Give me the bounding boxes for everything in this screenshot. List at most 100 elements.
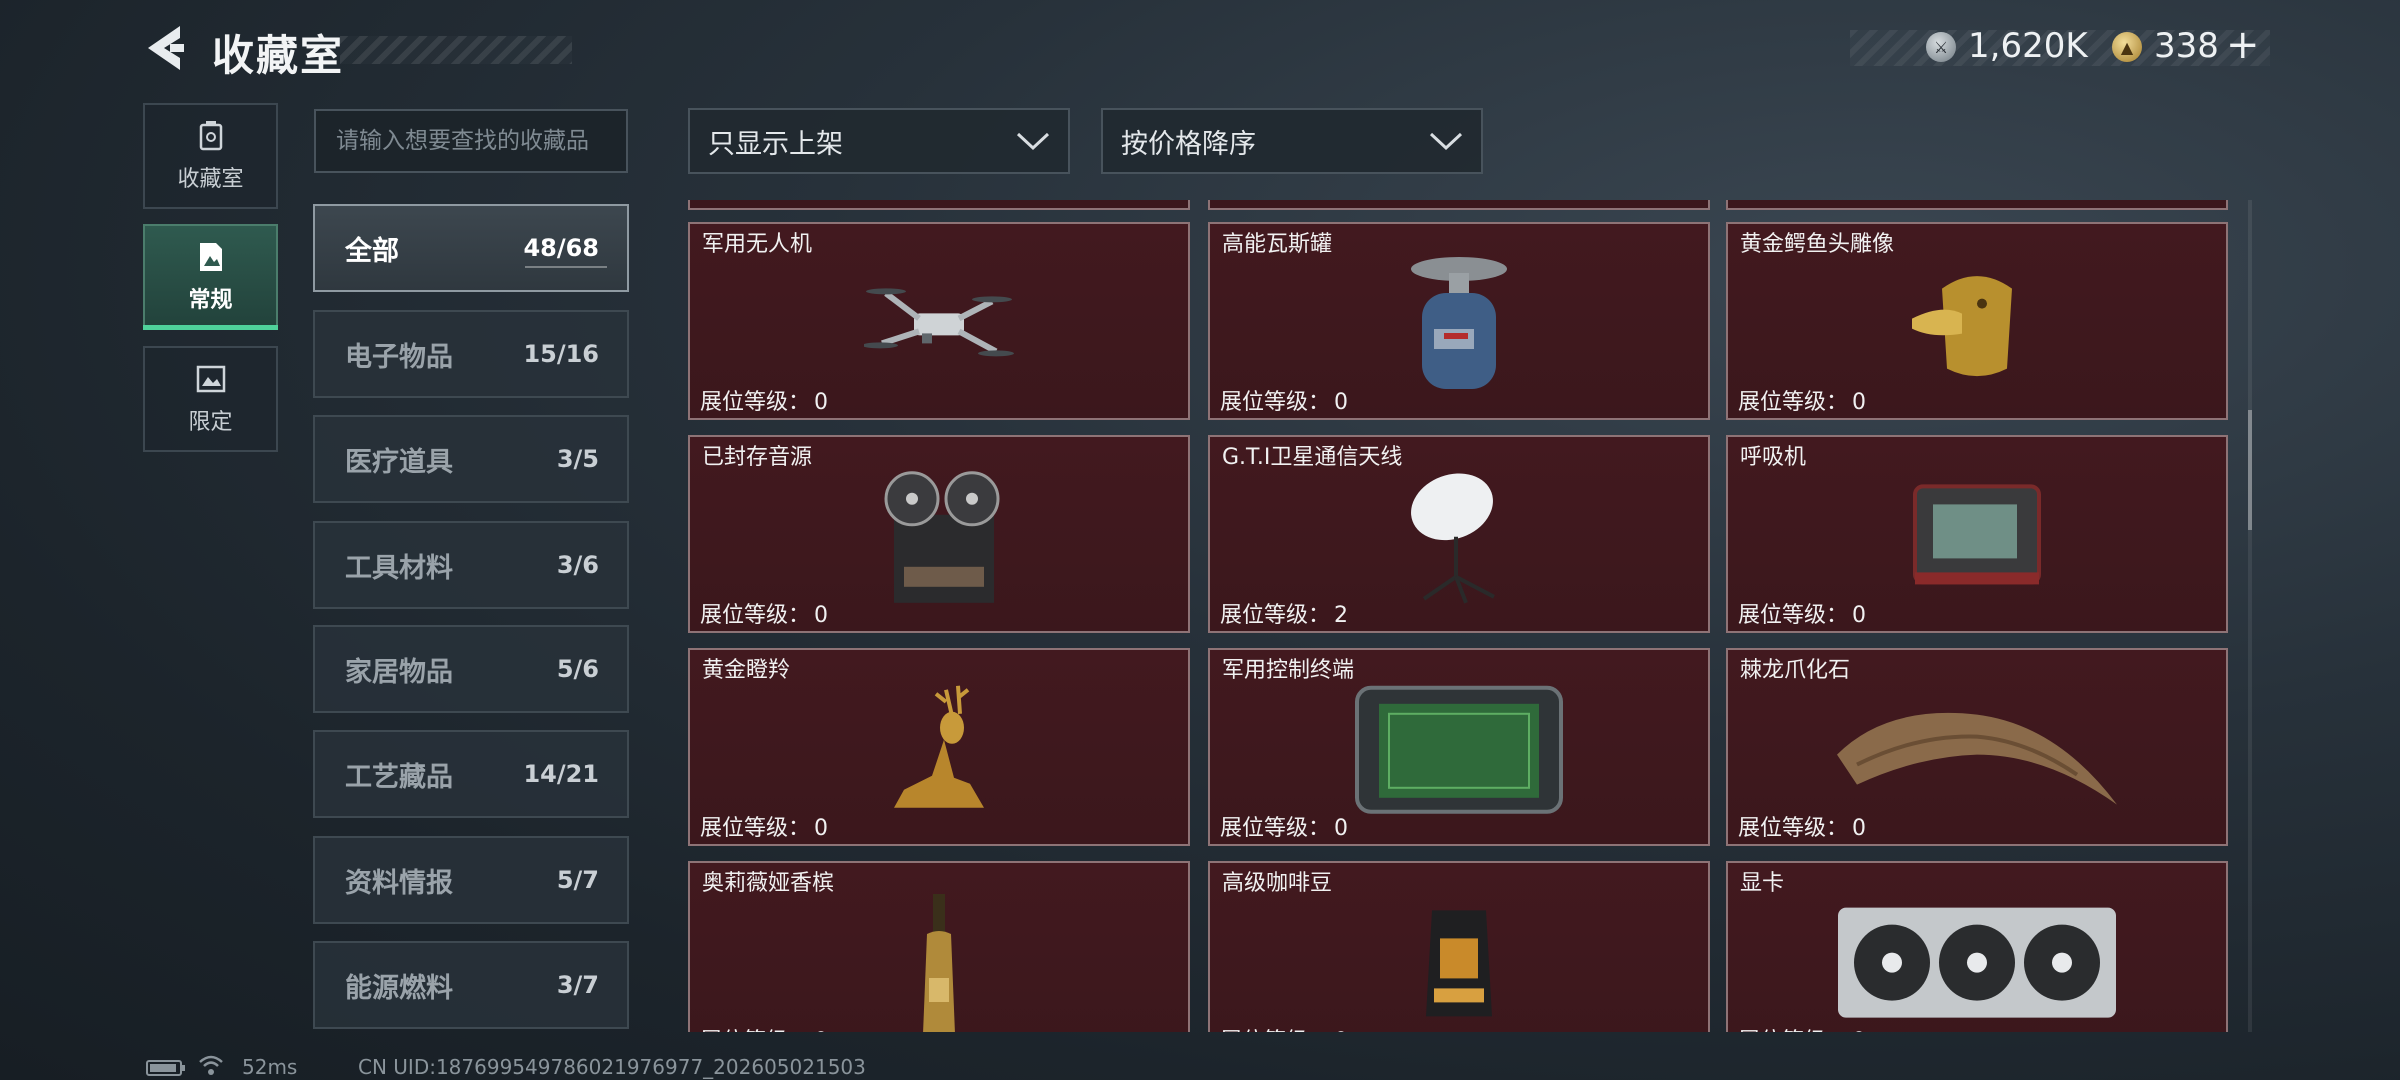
item-card[interactable]: G.T.I卫星通信天线 展位等级： 2 bbox=[1208, 435, 1710, 633]
sidenav-label: 收藏室 bbox=[177, 167, 244, 192]
title-decoration bbox=[340, 36, 572, 64]
ping-text: 52ms bbox=[242, 1055, 298, 1079]
item-name: 棘龙爪化石 bbox=[1740, 658, 1851, 683]
category-name: 电子物品 bbox=[345, 341, 453, 373]
gold-currency-amount: 338 bbox=[2154, 26, 2219, 66]
sidenav-label: 常规 bbox=[188, 288, 233, 313]
champagne-bottle-icon bbox=[923, 894, 955, 1032]
category-all[interactable]: 全部 48/68 bbox=[313, 204, 629, 292]
category-crafts[interactable]: 工艺藏品 14/21 bbox=[313, 730, 629, 818]
graphics-card-icon bbox=[1838, 907, 2116, 1018]
level-label: 展位等级： bbox=[1220, 1029, 1330, 1032]
satellite-dish-icon bbox=[1411, 473, 1495, 604]
scrollbar-thumb[interactable] bbox=[2248, 410, 2252, 530]
item-level: 0 bbox=[1852, 603, 1867, 628]
category-count: 5/6 bbox=[556, 655, 599, 683]
uid-text: CN UID:18769954978602197697​7_2026050215… bbox=[358, 1055, 866, 1079]
item-card[interactable]: 黄金鳄鱼头雕像 展位等级： 0 bbox=[1726, 222, 2228, 420]
item-level: 0 bbox=[1852, 390, 1867, 415]
category-count: 15/16 bbox=[523, 340, 599, 368]
item-level: 0 bbox=[814, 816, 829, 841]
category-fuel[interactable]: 能源燃料 3/7 bbox=[313, 941, 629, 1029]
category-count: 3/6 bbox=[556, 551, 599, 579]
category-name: 医疗道具 bbox=[345, 446, 453, 478]
item-card-partial bbox=[1208, 200, 1710, 210]
item-name: 呼吸机 bbox=[1740, 445, 1807, 470]
sort-dropdown[interactable]: 按价格降序 bbox=[1101, 108, 1483, 174]
category-name: 家居物品 bbox=[345, 656, 453, 688]
wifi-icon bbox=[199, 1055, 223, 1075]
item-level: 0 bbox=[1334, 390, 1349, 415]
golden-gazelle-icon bbox=[894, 685, 984, 808]
item-name: 军用无人机 bbox=[702, 232, 813, 257]
control-terminal-icon bbox=[1355, 685, 1563, 814]
level-label: 展位等级： bbox=[1220, 390, 1331, 415]
sidenav-label: 限定 bbox=[188, 410, 233, 435]
item-card[interactable]: 高级咖啡豆 展位等级： 0 bbox=[1208, 861, 1710, 1032]
dropdown-value: 按价格降序 bbox=[1121, 128, 1256, 160]
chevron-down-icon bbox=[1429, 132, 1463, 151]
item-card[interactable]: 呼吸机 展位等级： 0 bbox=[1726, 435, 2228, 633]
item-card[interactable]: 黄金瞪羚 展位等级： 0 bbox=[688, 648, 1190, 846]
item-card-partial bbox=[688, 200, 1190, 210]
sidenav-item-collection-room[interactable]: 收藏室 bbox=[143, 103, 278, 209]
level-label: 展位等级： bbox=[700, 603, 811, 628]
category-electronics[interactable]: 电子物品 15/16 bbox=[313, 310, 629, 398]
item-level: 0 bbox=[1334, 1029, 1348, 1032]
category-count: 3/7 bbox=[556, 971, 599, 999]
category-tools[interactable]: 工具材料 3/6 bbox=[313, 521, 629, 609]
dinosaur-claw-fossil-icon bbox=[1837, 712, 2117, 805]
item-grid: 军用无人机 展位等级： 0 高能瓦斯罐 展位等级： 0 黄金鳄鱼头雕像 展位等级… bbox=[688, 200, 2234, 1032]
item-card[interactable]: 军用无人机 展位等级： 0 bbox=[688, 222, 1190, 420]
item-name: 黄金鳄鱼头雕像 bbox=[1740, 232, 1895, 257]
item-card[interactable]: 显卡 展位等级： 0 bbox=[1726, 861, 2228, 1032]
add-currency-button[interactable]: + bbox=[2226, 22, 2260, 68]
scrollbar-track[interactable] bbox=[2248, 200, 2252, 1032]
document-image-icon bbox=[199, 243, 222, 271]
item-card[interactable]: 奥莉薇娅香槟 展位等级： 0 bbox=[688, 861, 1190, 1032]
golden-crocodile-statue-icon bbox=[1912, 276, 2012, 377]
item-card[interactable]: 已封存音源 展位等级： 0 bbox=[688, 435, 1190, 633]
level-label: 展位等级： bbox=[1738, 390, 1849, 415]
level-label: 展位等级： bbox=[700, 1029, 810, 1032]
level-label: 展位等级： bbox=[1738, 816, 1849, 841]
category-household[interactable]: 家居物品 5/6 bbox=[313, 625, 629, 713]
back-arrow-icon[interactable] bbox=[140, 22, 188, 74]
category-count: 14/21 bbox=[523, 760, 599, 788]
item-level: 0 bbox=[814, 603, 829, 628]
item-level: 2 bbox=[1334, 603, 1349, 628]
drone-icon bbox=[864, 288, 1014, 357]
ventilator-icon bbox=[1913, 484, 2041, 585]
level-label: 展位等级： bbox=[700, 816, 811, 841]
sidenav-item-limited[interactable]: 限定 bbox=[143, 346, 278, 452]
item-card[interactable]: 棘龙爪化石 展位等级： 0 bbox=[1726, 648, 2228, 846]
item-card-partial bbox=[1726, 200, 2228, 210]
level-label: 展位等级： bbox=[700, 390, 811, 415]
sidenav-item-regular[interactable]: 常规 bbox=[143, 224, 278, 330]
level-label: 展位等级： bbox=[1220, 816, 1331, 841]
silver-coin-icon: ⚔ bbox=[1926, 32, 1956, 62]
item-name: 显卡 bbox=[1740, 871, 1785, 896]
category-name: 资料情报 bbox=[345, 867, 453, 899]
item-card[interactable]: 高能瓦斯罐 展位等级： 0 bbox=[1208, 222, 1710, 420]
item-name: 奥莉薇娅香槟 bbox=[702, 871, 835, 896]
search-input[interactable] bbox=[314, 109, 628, 173]
item-name: 军用控制终端 bbox=[1222, 658, 1355, 683]
item-level: 0 bbox=[814, 1029, 828, 1032]
picture-frame-icon bbox=[196, 365, 225, 393]
shelf-filter-dropdown[interactable]: 只显示上架 bbox=[688, 108, 1070, 174]
coffee-bag-icon bbox=[1426, 910, 1492, 1017]
item-card[interactable]: 军用控制终端 展位等级： 0 bbox=[1208, 648, 1710, 846]
category-name: 能源燃料 bbox=[345, 972, 453, 1004]
item-level: 0 bbox=[814, 390, 829, 415]
item-name: 高能瓦斯罐 bbox=[1222, 232, 1333, 257]
category-name: 工艺藏品 bbox=[345, 761, 453, 793]
category-count: 5/7 bbox=[556, 866, 599, 894]
level-label: 展位等级： bbox=[1738, 1029, 1848, 1032]
active-indicator bbox=[143, 325, 278, 330]
category-medical[interactable]: 医疗道具 3/5 bbox=[313, 415, 629, 503]
silver-currency-amount: 1,620K bbox=[1968, 26, 2088, 66]
category-intel[interactable]: 资料情报 5/7 bbox=[313, 836, 629, 924]
battery-icon bbox=[146, 1060, 185, 1076]
gas-canister-icon bbox=[1411, 257, 1507, 389]
